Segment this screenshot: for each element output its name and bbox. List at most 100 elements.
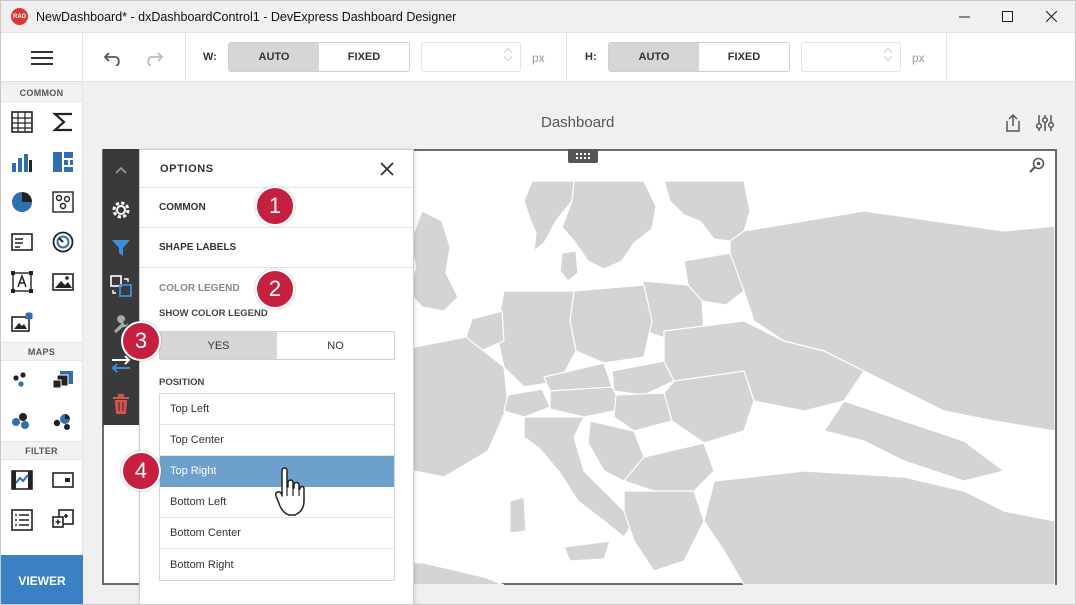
image-icon bbox=[51, 273, 74, 291]
grid-icon bbox=[10, 111, 33, 133]
choropleth-map-item-button[interactable] bbox=[42, 401, 83, 441]
bound-image-item-button[interactable] bbox=[1, 302, 42, 342]
bar-chart-icon bbox=[11, 154, 32, 172]
undo-button[interactable] bbox=[102, 46, 126, 70]
window-title: NewDashboard* - dxDashboardControl1 - De… bbox=[36, 9, 457, 24]
height-auto-button[interactable]: AUTO bbox=[609, 43, 699, 71]
treemap-icon bbox=[52, 152, 73, 172]
callout-marker: 4 bbox=[121, 451, 161, 491]
parameters-icon bbox=[1035, 115, 1055, 131]
close-options-button[interactable] bbox=[377, 159, 397, 179]
width-auto-button[interactable]: AUTO bbox=[229, 43, 319, 71]
width-spin-input[interactable] bbox=[421, 42, 521, 72]
magnifier-icon bbox=[1029, 157, 1045, 173]
geo-point-map-item-button[interactable] bbox=[1, 361, 42, 401]
combo-box-icon bbox=[51, 472, 74, 488]
card-item-button[interactable] bbox=[1, 222, 42, 262]
show-legend-yes-button[interactable]: YES bbox=[160, 332, 277, 359]
undo-icon bbox=[104, 52, 120, 66]
treemap-item-button[interactable] bbox=[42, 142, 83, 182]
image-item-button[interactable] bbox=[42, 262, 83, 302]
scatter-icon bbox=[51, 191, 74, 213]
swap-arrows-icon bbox=[111, 355, 131, 373]
position-option[interactable]: Bottom Center bbox=[160, 518, 394, 549]
hand-cursor-icon bbox=[275, 467, 305, 516]
export-button[interactable] bbox=[1002, 112, 1024, 134]
filter-icon bbox=[112, 240, 130, 256]
text-box-item-button[interactable] bbox=[1, 262, 42, 302]
redo-button[interactable] bbox=[141, 46, 165, 70]
choropleth-map-icon bbox=[53, 414, 70, 430]
list-box-icon bbox=[10, 509, 33, 531]
tree-view-icon bbox=[51, 509, 74, 528]
show-legend-no-button[interactable]: NO bbox=[277, 332, 394, 359]
height-spin-input[interactable] bbox=[801, 42, 901, 72]
delete-button[interactable] bbox=[103, 385, 139, 423]
export-icon bbox=[1006, 114, 1020, 132]
chevron-up-icon bbox=[115, 166, 127, 174]
height-fixed-button[interactable]: FIXED bbox=[699, 43, 789, 71]
toolbox-group-common: COMMON bbox=[1, 83, 82, 102]
pivot-item-button[interactable] bbox=[42, 102, 83, 142]
position-option[interactable]: Top Center bbox=[160, 425, 394, 456]
tree-view-item-button[interactable] bbox=[42, 500, 83, 540]
toolbox-group-maps: MAPS bbox=[1, 342, 82, 361]
callout-marker: 3 bbox=[121, 321, 161, 361]
scatter-item-button[interactable] bbox=[42, 182, 83, 222]
gauge-item-button[interactable] bbox=[42, 222, 83, 262]
width-label: W: bbox=[203, 51, 217, 63]
title-bar: RAD NewDashboard* - dxDashboardControl1 … bbox=[1, 1, 1075, 32]
trash-icon bbox=[113, 394, 129, 414]
toolbox-panel: COMMON MAPS FILTER VIEWER bbox=[1, 83, 83, 604]
close-window-button[interactable] bbox=[1028, 1, 1074, 32]
collapse-button[interactable] bbox=[103, 151, 139, 189]
convert-icon bbox=[110, 275, 132, 297]
range-filter-item-button[interactable] bbox=[1, 460, 42, 500]
spin-arrows-icon bbox=[884, 48, 892, 61]
range-filter-icon bbox=[10, 470, 33, 490]
card-icon bbox=[10, 233, 33, 251]
menu-button[interactable] bbox=[1, 33, 83, 82]
position-option[interactable]: Bottom Right bbox=[160, 549, 394, 580]
pie-map-item-button[interactable] bbox=[1, 401, 42, 441]
height-unit: px bbox=[912, 51, 925, 65]
width-fixed-button[interactable]: FIXED bbox=[319, 43, 409, 71]
parameters-button[interactable] bbox=[1034, 112, 1056, 134]
section-shape-labels[interactable]: SHAPE LABELS bbox=[140, 228, 413, 268]
app-logo-icon: RAD bbox=[11, 8, 28, 25]
grid-item-button[interactable] bbox=[1, 102, 42, 142]
gauge-icon bbox=[52, 231, 73, 253]
toolbar-separator bbox=[946, 33, 947, 82]
hamburger-icon bbox=[30, 50, 53, 65]
gear-icon bbox=[112, 201, 130, 219]
drag-handle[interactable] bbox=[568, 149, 598, 163]
app-window: RAD NewDashboard* - dxDashboardControl1 … bbox=[0, 0, 1076, 605]
bound-image-icon bbox=[10, 312, 32, 332]
bubble-map-icon bbox=[52, 371, 73, 389]
height-mode-toggle: AUTO FIXED bbox=[608, 42, 790, 72]
pie-icon bbox=[11, 192, 32, 212]
combo-box-item-button[interactable] bbox=[42, 460, 83, 500]
close-icon bbox=[1045, 11, 1057, 22]
pie-item-button[interactable] bbox=[1, 182, 42, 222]
width-mode-toggle: AUTO FIXED bbox=[228, 42, 410, 72]
zoom-button[interactable] bbox=[1029, 157, 1045, 178]
minimize-button[interactable] bbox=[941, 1, 987, 32]
sum-icon bbox=[51, 112, 72, 132]
width-unit: px bbox=[532, 51, 545, 65]
item-side-toolbar bbox=[103, 149, 139, 425]
dashboard-title: Dashboard bbox=[541, 114, 615, 131]
options-button[interactable] bbox=[103, 191, 139, 229]
minimize-icon bbox=[958, 16, 970, 18]
show-color-legend-toggle: YES NO bbox=[159, 331, 395, 360]
list-box-item-button[interactable] bbox=[1, 500, 42, 540]
viewer-button[interactable]: VIEWER bbox=[1, 555, 83, 604]
chart-item-button[interactable] bbox=[1, 142, 42, 182]
position-option[interactable]: Top Left bbox=[160, 394, 394, 425]
position-label: POSITION bbox=[159, 377, 205, 388]
convert-button[interactable] bbox=[103, 267, 139, 305]
bubble-map-item-button[interactable] bbox=[42, 361, 83, 401]
interactivity-button[interactable] bbox=[103, 229, 139, 267]
maximize-button[interactable] bbox=[984, 1, 1030, 32]
pie-map-icon bbox=[11, 413, 29, 429]
